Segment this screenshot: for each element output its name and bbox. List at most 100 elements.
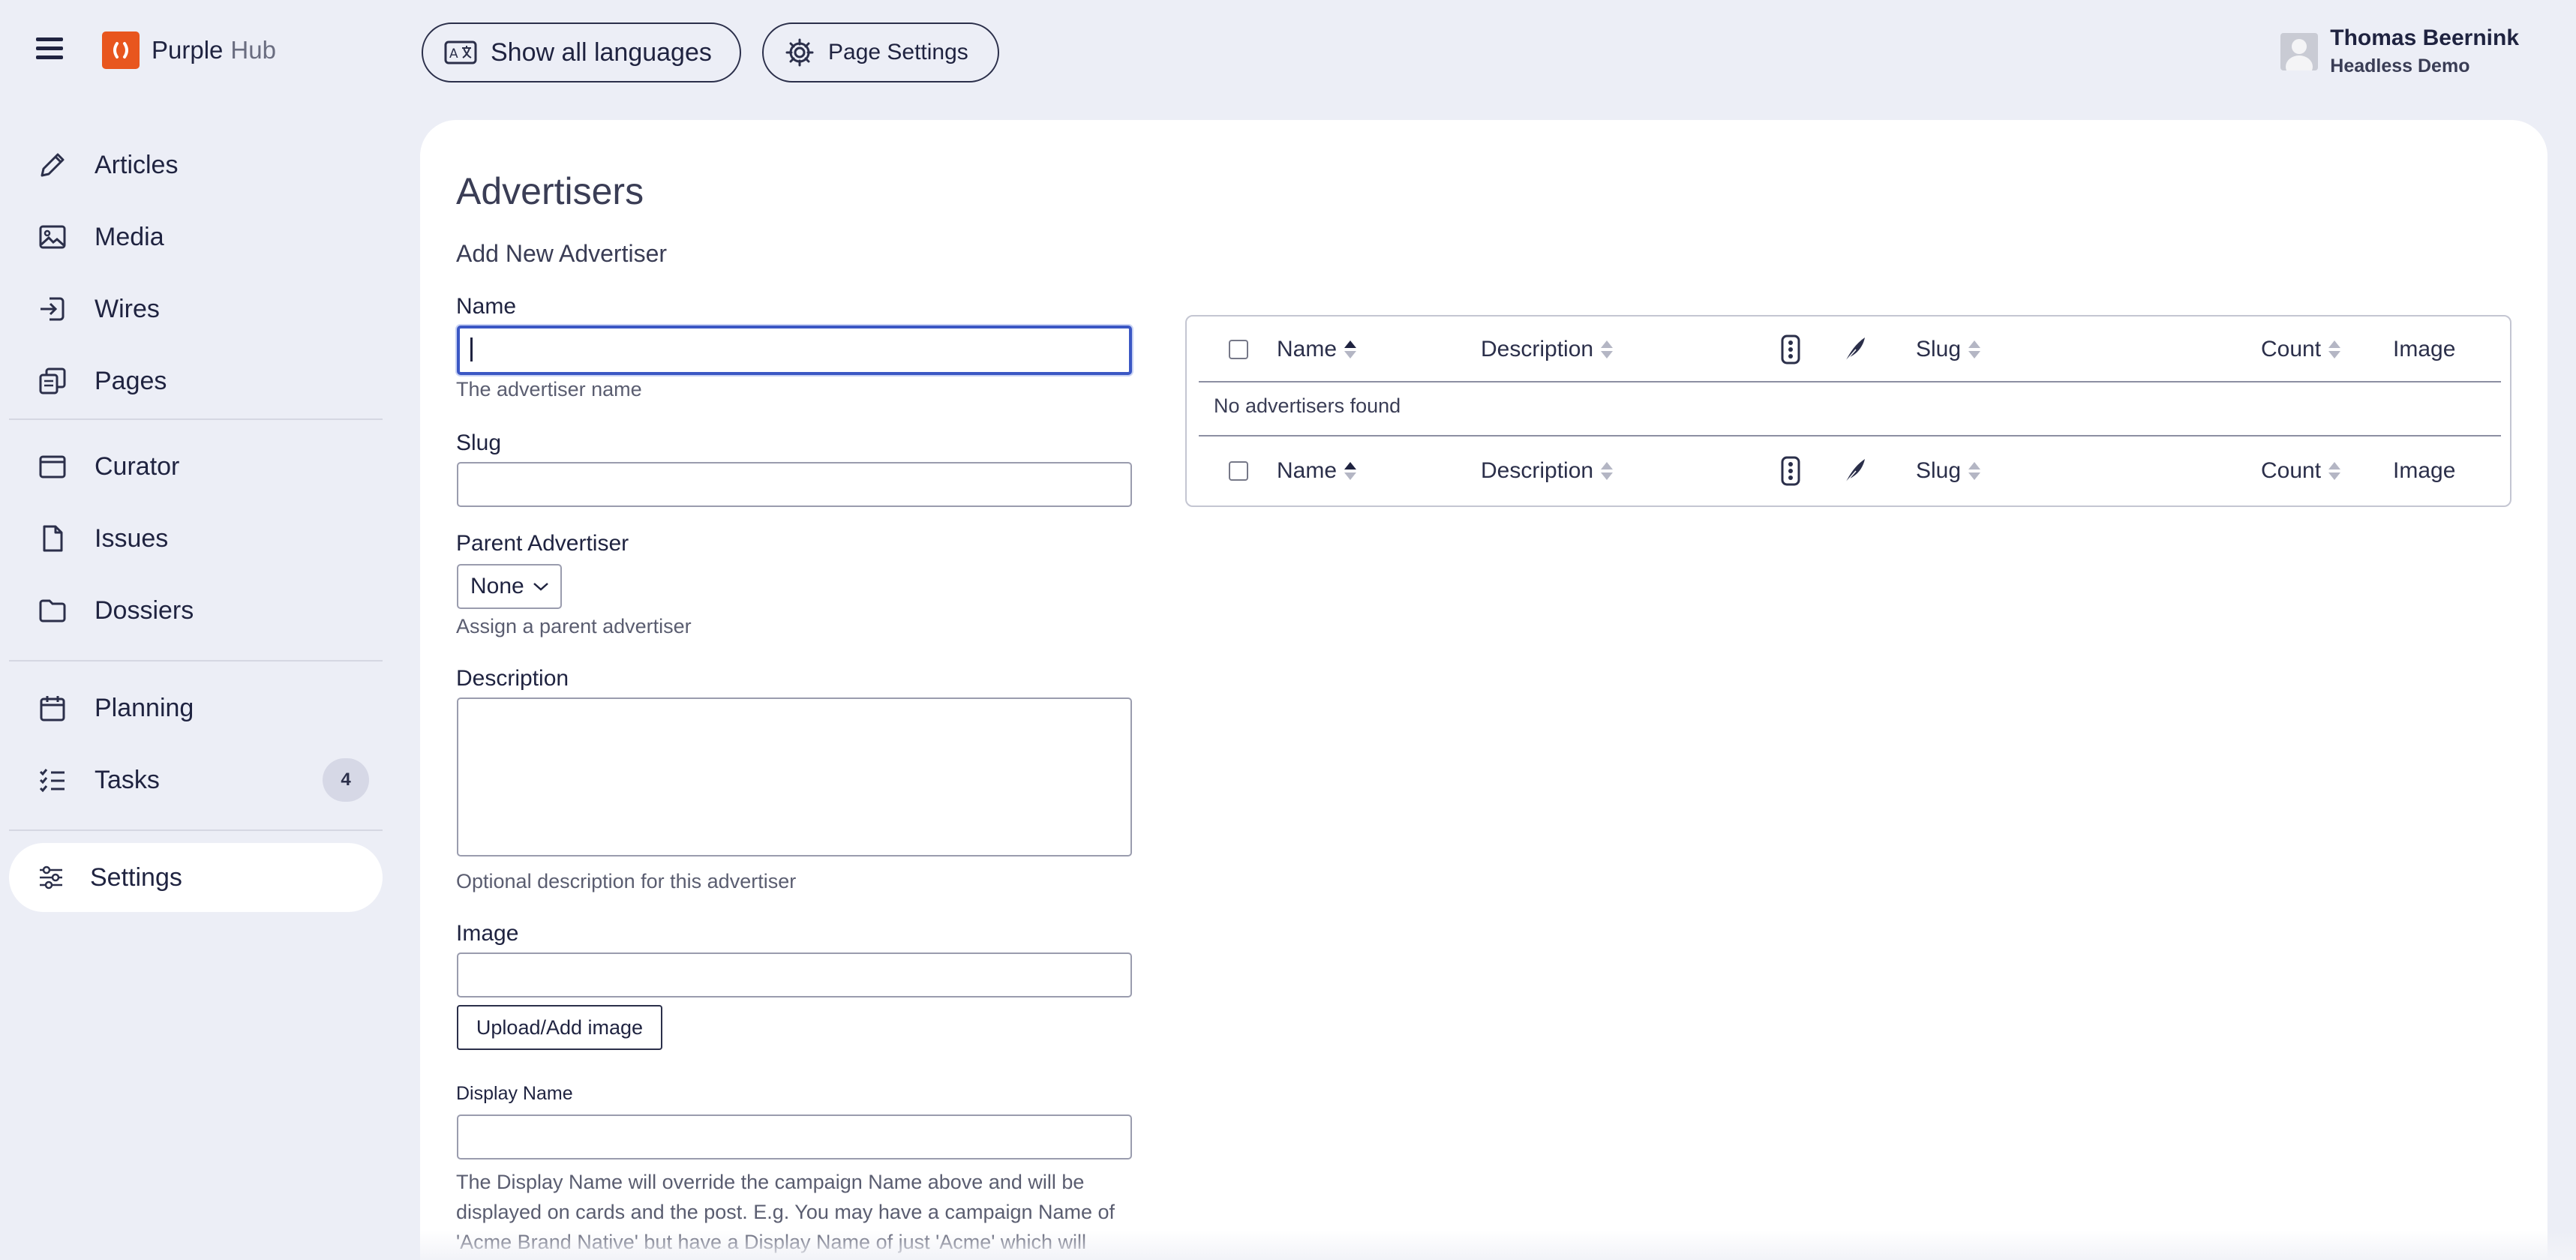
sidebar-item-tasks[interactable]: Tasks 4 [9, 746, 383, 814]
sidebar-item-articles[interactable]: Articles [9, 130, 383, 200]
sidebar-item-label: Wires [95, 294, 160, 323]
select-all-checkbox[interactable] [1229, 436, 1248, 506]
sidebar-divider [9, 418, 383, 420]
user-menu[interactable]: Thomas Beernink Headless Demo [2280, 26, 2519, 77]
scroll-fade [420, 1230, 2576, 1260]
hamburger-menu-icon[interactable] [36, 38, 63, 60]
sort-icon [1601, 340, 1614, 358]
import-icon [36, 292, 69, 326]
column-header-description[interactable]: Description [1481, 436, 1614, 506]
parent-advertiser-select[interactable]: None [457, 564, 562, 609]
brand-sub: Hub [230, 36, 276, 64]
sidebar-item-pages[interactable]: Pages [9, 346, 383, 416]
folder-icon [36, 594, 69, 627]
column-name-label: Name [1277, 458, 1338, 483]
column-count-label: Count [2261, 337, 2322, 362]
sidebar-item-media[interactable]: Media [9, 202, 383, 272]
description-textarea[interactable] [457, 698, 1132, 856]
parent-advertiser-value: None [470, 574, 524, 598]
sidebar-item-label: Curator [95, 452, 180, 481]
sort-icon [2328, 340, 2341, 358]
text-cursor [470, 338, 473, 362]
parent-advertiser-hint: Assign a parent advertiser [456, 615, 692, 638]
page-title: Advertisers [456, 170, 644, 212]
column-slug-label: Slug [1916, 337, 1962, 362]
sidebar-divider [9, 660, 383, 662]
column-header-description[interactable]: Description [1481, 316, 1614, 382]
avatar [2280, 32, 2319, 70]
image-label: Image [456, 921, 519, 946]
brand-logo[interactable]: Purple Hub [102, 32, 276, 69]
select-all-checkbox[interactable] [1229, 316, 1248, 382]
traffic-light-icon[interactable] [1779, 436, 1802, 506]
display-name-label: Display Name [456, 1083, 573, 1104]
browser-window-icon [36, 450, 69, 483]
sort-icon [1601, 462, 1614, 480]
name-input[interactable] [457, 326, 1132, 375]
sidebar-item-label: Planning [95, 693, 194, 722]
sidebar-item-issues[interactable]: Issues [9, 504, 383, 573]
column-header-name[interactable]: Name [1277, 436, 1357, 506]
slug-input[interactable] [457, 462, 1132, 507]
empty-table-message: No advertisers found [1214, 394, 1401, 417]
sort-icon [1968, 462, 1981, 480]
advertisers-table: Name Description Slug Count Image No adv… [1185, 315, 2511, 507]
sidebar-item-label: Dossiers [95, 596, 194, 625]
form-title: Add New Advertiser [456, 240, 668, 267]
column-header-slug[interactable]: Slug [1916, 316, 1981, 382]
sidebar-item-label: Articles [95, 150, 179, 179]
sidebar-item-settings[interactable]: Settings [9, 843, 383, 912]
image-input[interactable] [457, 952, 1132, 998]
column-header-name[interactable]: Name [1277, 316, 1357, 382]
main-content-card: Advertisers Add New Advertiser Name The … [420, 120, 2547, 1260]
column-header-image: Image [2393, 316, 2455, 382]
svg-text:A: A [449, 46, 458, 62]
parent-advertiser-label: Parent Advertiser [456, 531, 629, 556]
top-bar: Purple Hub A Show all languages Page Set… [0, 0, 2576, 105]
feather-icon[interactable] [1842, 316, 1868, 382]
sort-icon [2328, 462, 2341, 480]
column-description-label: Description [1481, 458, 1594, 483]
page-settings-label: Page Settings [828, 40, 968, 64]
page-settings-button[interactable]: Page Settings [762, 22, 999, 82]
sidebar-item-wires[interactable]: Wires [9, 274, 383, 344]
name-hint: The advertiser name [456, 378, 642, 400]
column-name-label: Name [1277, 337, 1338, 362]
sidebar-item-label: Settings [90, 862, 182, 892]
sidebar-item-planning[interactable]: Planning [9, 674, 383, 742]
sort-icon [1344, 340, 1357, 358]
column-header-image: Image [2393, 436, 2455, 506]
pages-icon [36, 364, 69, 398]
feather-icon[interactable] [1842, 436, 1868, 506]
gear-icon [785, 38, 814, 67]
pencil-icon [36, 148, 69, 182]
sort-icon [1344, 462, 1357, 480]
user-name: Thomas Beernink [2330, 26, 2519, 50]
display-name-input[interactable] [457, 1114, 1132, 1160]
column-header-count[interactable]: Count [2261, 436, 2341, 506]
name-label: Name [456, 294, 517, 319]
description-label: Description [456, 666, 569, 691]
sidebar-item-curator[interactable]: Curator [9, 432, 383, 501]
tasks-count-badge: 4 [323, 758, 369, 802]
show-all-languages-button[interactable]: A Show all languages [422, 22, 741, 82]
document-icon [36, 522, 69, 555]
sort-icon [1968, 340, 1981, 358]
calendar-icon [36, 692, 69, 724]
column-header-slug[interactable]: Slug [1916, 436, 1981, 506]
sidebar-divider [9, 830, 383, 831]
traffic-light-icon[interactable] [1779, 316, 1802, 382]
table-header-row: Name Description Slug Count Image [1199, 316, 2501, 382]
sidebar-item-label: Issues [95, 524, 169, 553]
checklist-icon [36, 764, 69, 796]
column-header-count[interactable]: Count [2261, 316, 2341, 382]
column-image-label: Image [2393, 458, 2456, 483]
upload-image-button[interactable]: Upload/Add image [457, 1005, 662, 1050]
sliders-icon [35, 861, 68, 894]
chevron-down-icon [533, 583, 548, 591]
user-organization: Headless Demo [2330, 56, 2470, 76]
column-count-label: Count [2261, 458, 2322, 483]
sidebar-item-label: Media [95, 222, 164, 251]
table-footer-row: Name Description Slug Count Image [1199, 435, 2501, 507]
sidebar-item-dossiers[interactable]: Dossiers [9, 576, 383, 645]
